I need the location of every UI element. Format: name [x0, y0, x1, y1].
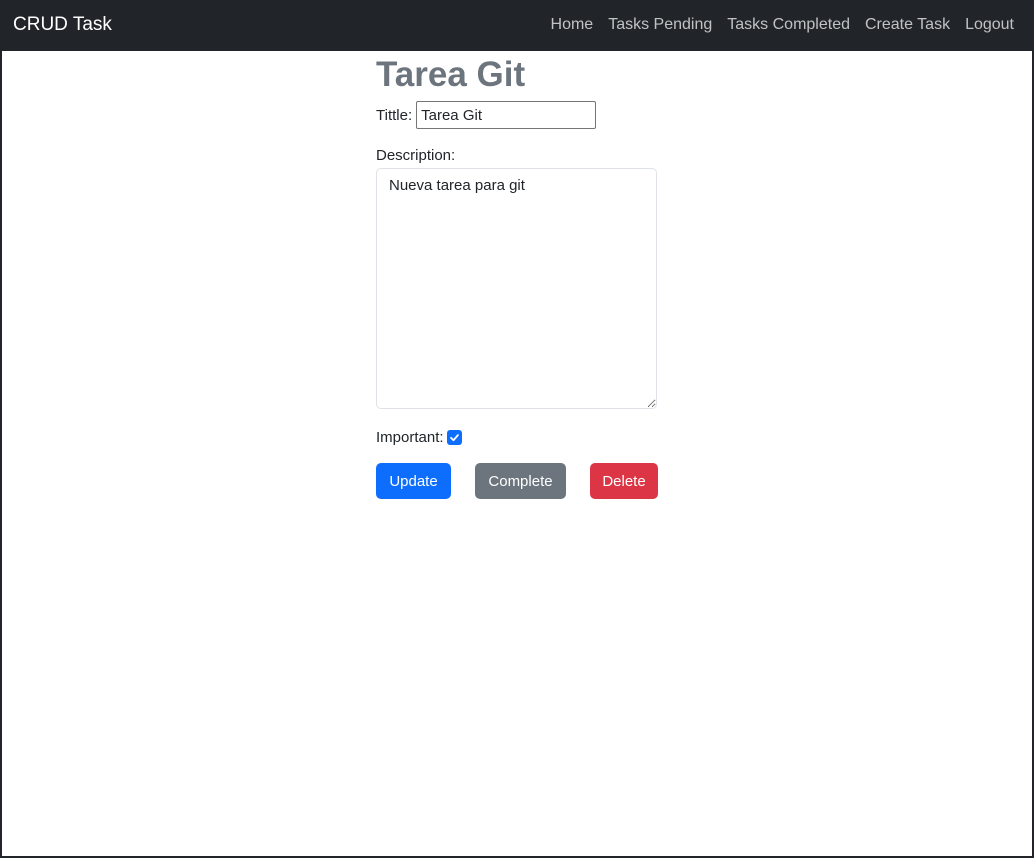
nav-link-logout[interactable]: Logout	[965, 16, 1014, 33]
nav-item-logout: Logout	[965, 15, 1014, 35]
delete-button[interactable]: Delete	[590, 463, 658, 499]
task-edit-form: Tarea Git Tittle: Description: Nueva tar…	[376, 51, 658, 499]
important-row: Important:	[376, 427, 658, 447]
important-label: Important:	[376, 428, 444, 446]
top-navbar: CRUD Task Home Tasks Pending Tasks Compl…	[0, 0, 1034, 51]
nav-link-tasks-pending[interactable]: Tasks Pending	[608, 16, 712, 33]
nav-link-home[interactable]: Home	[551, 16, 594, 33]
task-heading: Tarea Git	[376, 55, 526, 94]
update-button[interactable]: Update	[376, 463, 451, 499]
important-checkbox[interactable]	[446, 429, 462, 445]
title-input[interactable]	[416, 101, 597, 129]
description-textarea[interactable]: Nueva tarea para git	[376, 168, 657, 409]
nav-item-tasks-pending: Tasks Pending	[608, 15, 712, 35]
nav-link-tasks-completed[interactable]: Tasks Completed	[727, 16, 850, 33]
action-buttons: Update Complete Delete	[376, 463, 658, 499]
brand-link[interactable]: CRUD Task	[13, 13, 112, 37]
nav-item-tasks-completed: Tasks Completed	[727, 15, 850, 35]
nav-links: Home Tasks Pending Tasks Completed Creat…	[536, 15, 1014, 35]
description-label: Description:	[376, 147, 456, 164]
title-label: Tittle:	[376, 106, 413, 124]
checkmark-icon	[449, 433, 459, 441]
nav-link-create-task[interactable]: Create Task	[865, 16, 950, 33]
nav-item-home: Home	[551, 15, 594, 35]
title-row: Tittle:	[376, 101, 658, 129]
complete-button[interactable]: Complete	[475, 463, 566, 499]
nav-item-create-task: Create Task	[865, 15, 950, 35]
